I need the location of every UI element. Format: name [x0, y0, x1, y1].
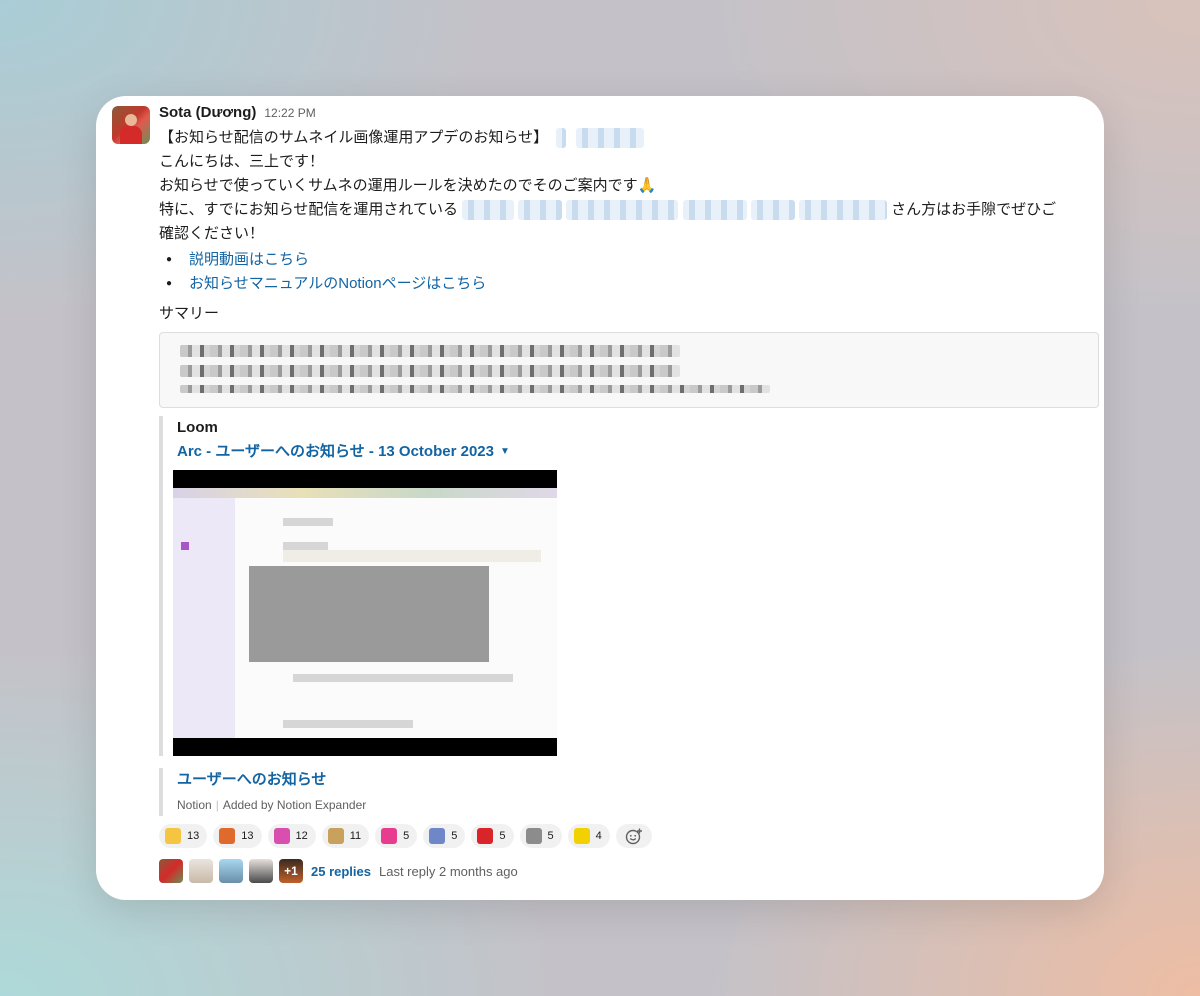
message-text: お知らせで使っていくサムネの運用ルールを決めたのでそのご案内です	[159, 177, 638, 194]
chevron-down-icon[interactable]: ▼	[500, 440, 510, 464]
blurred-mention	[556, 128, 567, 149]
link-list: 説明動画はこちら お知らせマニュアルのNotionページはこちら	[159, 248, 1099, 296]
replies-link[interactable]: 25 replies	[311, 864, 371, 879]
reaction-count: 11	[349, 830, 362, 842]
blurred-mention[interactable]	[462, 200, 515, 221]
reaction-count: 5	[451, 830, 458, 842]
blurred-mention[interactable]	[750, 200, 795, 221]
reaction-count: 4	[595, 830, 602, 842]
message-line: こんにちは、三上です！	[159, 153, 325, 170]
blurred-mention[interactable]	[798, 200, 887, 221]
list-item: お知らせマニュアルのNotionページはこちら	[159, 272, 1099, 296]
reaction-pill[interactable]: 5	[375, 824, 418, 848]
reaction-count: 5	[547, 830, 554, 842]
loom-attachment: Loom Arc - ユーザーへのお知らせ - 13 October 2023 …	[159, 416, 1099, 756]
message-text: さん方はお手隙でぜひご	[891, 201, 1057, 218]
text-emoji-icon	[429, 828, 446, 844]
party-parrot-icon	[219, 828, 236, 844]
blurred-mention[interactable]	[566, 200, 679, 221]
message-header: Sota (Dương) 12:22 PM	[159, 104, 1099, 126]
message-text: 特に、すでにお知らせ配信を運用されている	[159, 201, 458, 218]
confetti-icon	[273, 828, 290, 844]
title-text: 【お知らせ配信のサムネイル画像運用アプデのお知らせ】	[159, 129, 549, 146]
timestamp[interactable]: 12:22 PM	[264, 106, 315, 120]
reaction-pill[interactable]: 13	[213, 824, 262, 848]
reaction-count: 5	[499, 830, 506, 842]
notion-attachment: ユーザーへのお知らせ Notion | Added by Notion Expand…	[159, 768, 1099, 816]
list-item: 説明動画はこちら	[159, 248, 1099, 272]
video-thumbnail[interactable]	[173, 470, 557, 756]
loom-title-text[interactable]: Arc - ユーザーへのお知らせ - 13 October 2023	[177, 440, 494, 464]
blurred-mention[interactable]	[576, 128, 645, 149]
avatar[interactable]	[219, 859, 243, 883]
added-by-text: Added by Notion Expander	[222, 798, 367, 812]
attachment-meta: Notion | Added by Notion Expander	[177, 798, 367, 812]
sticker-icon	[573, 828, 590, 844]
pray-icon: 🙏	[637, 177, 657, 194]
last-reply-text: Last reply 2 months ago	[379, 863, 518, 879]
notion-page-link[interactable]: お知らせマニュアルのNotionページはこちら	[189, 275, 486, 292]
blurred-text	[180, 385, 770, 393]
thread-summary[interactable]: +1 25 replies Last reply 2 months ago	[159, 858, 1099, 884]
clap-icon	[165, 828, 181, 844]
reaction-count: 13	[187, 830, 200, 842]
message-line: 確認ください！	[159, 225, 265, 242]
summary-code-block	[159, 332, 1099, 408]
blurred-mention[interactable]	[682, 200, 747, 221]
add-emoji-icon	[625, 828, 642, 845]
big-icon	[477, 828, 494, 844]
reaction-pill[interactable]: 5	[519, 824, 562, 848]
avatar[interactable]	[249, 859, 273, 883]
reaction-bar: 13 13 12 11 5 5 5 5 4	[159, 824, 1099, 848]
author-name[interactable]: Sota (Dương)	[159, 104, 256, 121]
reaction-pill[interactable]: 13	[159, 824, 208, 848]
message-card: Sota (Dương) 12:22 PM 【お知らせ配信のサムネイル画像運用ア…	[96, 96, 1104, 900]
message-line: お知らせで使っていくサムネの運用ルールを決めたのでそのご案内です🙏	[159, 174, 1099, 198]
message-content: Sota (Dương) 12:22 PM 【お知らせ配信のサムネイル画像運用ア…	[159, 104, 1099, 884]
hands-icon	[525, 828, 542, 844]
video-link[interactable]: 説明動画はこちら	[189, 251, 309, 268]
loom-video-title[interactable]: Arc - ユーザーへのお知らせ - 13 October 2023 ▼	[177, 440, 1099, 464]
author-avatar[interactable]	[112, 106, 150, 144]
reaction-pill[interactable]: 11	[321, 824, 370, 848]
message-line-title: 【お知らせ配信のサムネイル画像運用アプデのお知らせ】	[159, 126, 1099, 150]
text-emoji-icon	[381, 828, 398, 844]
reaction-count: 13	[241, 830, 254, 842]
blurred-mention[interactable]	[518, 200, 563, 221]
message-body: 【お知らせ配信のサムネイル画像運用アプデのお知らせ】 こんにちは、三上です！ お…	[159, 126, 1099, 246]
notion-page-title[interactable]: ユーザーへのお知らせ	[177, 768, 1099, 792]
portrait-icon	[327, 828, 344, 844]
attachment-service: Loom	[177, 419, 218, 436]
add-reaction-button[interactable]	[615, 824, 652, 848]
avatar[interactable]	[189, 859, 213, 883]
reaction-pill[interactable]: 5	[471, 824, 514, 848]
reaction-count: 5	[403, 830, 410, 842]
blurred-text	[180, 365, 680, 377]
reaction-pill[interactable]: 4	[567, 824, 610, 848]
avatar[interactable]	[159, 859, 183, 883]
attachment-source: Notion	[177, 798, 212, 812]
reaction-count: 12	[295, 830, 308, 842]
reaction-pill[interactable]: 5	[423, 824, 466, 848]
reaction-pill[interactable]: 12	[267, 824, 316, 848]
message-line: 特に、すでにお知らせ配信を運用されている さん方はお手隙でぜひご	[159, 198, 1099, 222]
summary-heading: サマリー	[159, 305, 220, 322]
blurred-text	[180, 345, 680, 357]
extra-participants-badge[interactable]: +1	[279, 859, 303, 883]
